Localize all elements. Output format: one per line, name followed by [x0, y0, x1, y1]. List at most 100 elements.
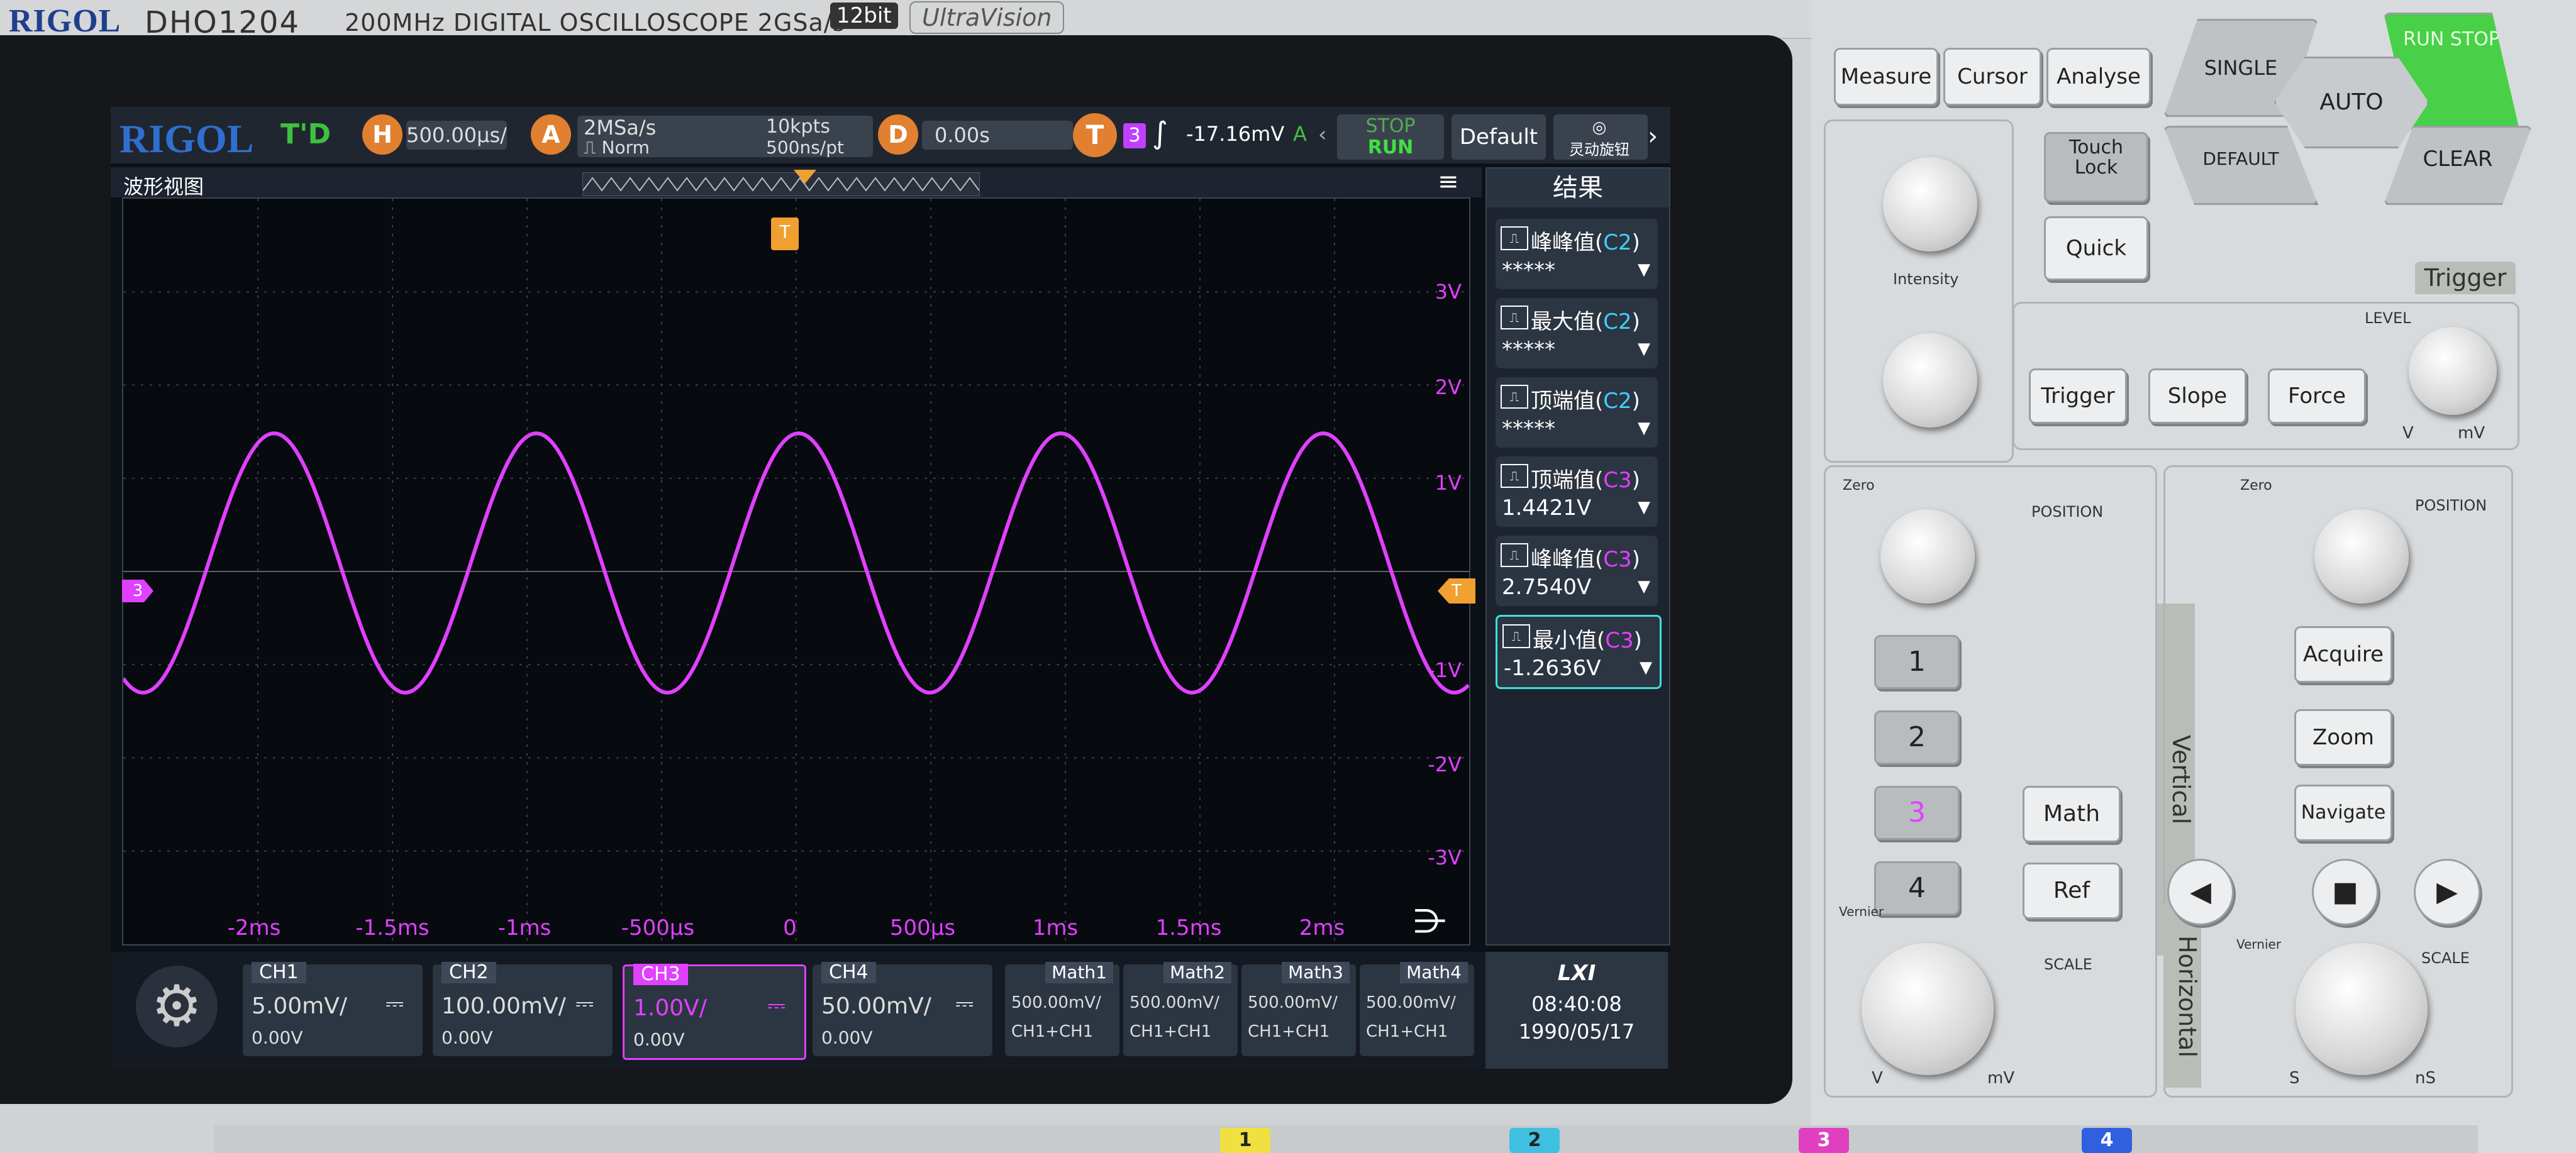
- timebase-navigator[interactable]: [582, 172, 980, 196]
- trigger-v-label: V: [2402, 424, 2414, 443]
- navigator-trigger-marker: [794, 170, 816, 184]
- channel-4-key[interactable]: 4: [1874, 861, 1960, 915]
- ch1-input-tag: 1: [1220, 1128, 1270, 1153]
- x-tick-label: -2ms: [227, 915, 281, 941]
- math-tab: Math4: [1400, 962, 1468, 983]
- settings-gear-icon[interactable]: ⚙: [136, 966, 218, 1047]
- chevron-down-icon[interactable]: ▼: [1638, 260, 1650, 279]
- vertical-position-knob[interactable]: [1880, 509, 1975, 604]
- vertical-scale-knob[interactable]: [1862, 943, 1994, 1075]
- math-key[interactable]: Math: [2023, 786, 2121, 842]
- trigger-level[interactable]: -17.16mV: [1186, 122, 1284, 146]
- trigger-source[interactable]: 3: [1123, 123, 1146, 148]
- channel-2-box[interactable]: CH2 100.00mV/ ⎓ 0.00V: [433, 962, 613, 1056]
- vertical-zero-label: Zero: [1843, 478, 1875, 494]
- result-item[interactable]: ⎍ 最大值(C2) ***** ▼: [1496, 298, 1658, 368]
- acquire-badge[interactable]: A: [531, 114, 571, 155]
- auto-key[interactable]: AUTO: [2274, 57, 2429, 148]
- ch3-input-tag: 3: [1799, 1128, 1849, 1153]
- result-channel: C3: [1603, 547, 1632, 572]
- quick-key[interactable]: Quick: [2044, 216, 2148, 280]
- chevron-down-icon[interactable]: ▼: [1638, 498, 1650, 517]
- zoom-key[interactable]: Zoom: [2294, 709, 2392, 766]
- chevron-left-icon[interactable]: ‹: [1318, 122, 1327, 147]
- smart-knob-button[interactable]: ◎ 灵动旋钮: [1558, 114, 1640, 160]
- chevron-right-icon[interactable]: ›: [1648, 122, 1658, 151]
- chevron-down-icon[interactable]: ▼: [1638, 339, 1650, 358]
- y-tick-label: -2V: [1428, 753, 1462, 776]
- trigger-badge[interactable]: T: [1073, 113, 1117, 157]
- channel-1-key[interactable]: 1: [1874, 635, 1960, 689]
- x-tick-label: 1.5ms: [1155, 915, 1222, 941]
- result-item[interactable]: ⎍ 峰峰值(C3) 2.7540V ▼: [1496, 536, 1658, 606]
- math-source: CH1+CH1: [1366, 1022, 1448, 1041]
- slope-key[interactable]: Slope: [2148, 368, 2246, 424]
- waveform-grid[interactable]: 3V 2V 1V -1V -2V -3V: [121, 197, 1470, 946]
- acquire-key[interactable]: Acquire: [2294, 626, 2392, 683]
- trigger-mv-label: mV: [2458, 424, 2485, 443]
- stop-run-button[interactable]: STOP RUN: [1337, 114, 1444, 160]
- math-3-box[interactable]: Math3 500.00mV/CH1+CH1: [1241, 962, 1356, 1056]
- run-label: RUN: [1367, 136, 1414, 158]
- chevron-down-icon[interactable]: ▼: [1638, 419, 1650, 438]
- trigger-level-knob[interactable]: [2409, 327, 2497, 415]
- chevron-down-icon[interactable]: ▼: [1640, 658, 1652, 677]
- multipurpose-knob-1[interactable]: [1883, 157, 1977, 251]
- play-forward-icon[interactable]: ▶: [2414, 859, 2480, 925]
- y-tick-label: 2V: [1435, 375, 1462, 399]
- clock-date: 1990/05/17: [1518, 1020, 1635, 1044]
- cursor-key[interactable]: Cursor: [1943, 48, 2041, 106]
- chevron-down-icon[interactable]: ▼: [1638, 577, 1650, 596]
- measure-icon: ⎍: [1502, 624, 1530, 648]
- math-2-box[interactable]: Math2 500.00mV/CH1+CH1: [1123, 962, 1238, 1056]
- horizontal-badge[interactable]: H: [362, 114, 402, 155]
- results-title: 结果: [1487, 168, 1669, 207]
- acquire-mode-label: Norm: [601, 137, 650, 158]
- timebase-value[interactable]: 500.00μs/: [406, 121, 507, 150]
- channel-1-box[interactable]: CH1 5.00mV/ ⎓ 0.00V: [243, 962, 423, 1056]
- math-4-box[interactable]: Math4 500.00mV/CH1+CH1: [1360, 962, 1474, 1056]
- math-source: CH1+CH1: [1130, 1022, 1212, 1041]
- analyse-key[interactable]: Analyse: [2046, 48, 2151, 106]
- oscilloscope-screen: RIGOL T'D H 500.00μs/ A 2MSa/s 10kpts ⎍ …: [111, 107, 1670, 1069]
- collapse-menu-icon[interactable]: ⋺: [1414, 903, 1446, 941]
- result-name: 最小值(C3): [1533, 628, 1642, 653]
- acquisition-info[interactable]: 2MSa/s 10kpts ⎍ Norm 500ns/pt: [577, 116, 873, 158]
- result-value: *****: [1502, 416, 1555, 441]
- menu-icon[interactable]: ≡: [1438, 167, 1459, 196]
- result-item[interactable]: ⎍ 最小值(C3) -1.2636V ▼: [1496, 615, 1662, 689]
- result-item[interactable]: ⎍ 峰峰值(C2) ***** ▼: [1496, 219, 1658, 289]
- status-bar: RIGOL T'D H 500.00μs/ A 2MSa/s 10kpts ⎍ …: [111, 107, 1670, 163]
- play-back-icon[interactable]: ◀: [2167, 859, 2234, 925]
- ultravision-logo: UltraVision: [909, 1, 1065, 34]
- trigger-key[interactable]: Trigger: [2029, 368, 2127, 424]
- ref-key[interactable]: Ref: [2023, 863, 2121, 919]
- touch-lock-key[interactable]: Touch Lock: [2044, 132, 2148, 202]
- knob-icon: ◎: [1592, 118, 1607, 137]
- default-setup-button[interactable]: Default: [1452, 114, 1546, 160]
- stop-square-icon[interactable]: ■: [2312, 859, 2379, 925]
- channel-3-key[interactable]: 3: [1874, 786, 1960, 840]
- measure-key[interactable]: Measure: [1834, 48, 1938, 106]
- delay-badge[interactable]: D: [878, 114, 918, 155]
- multipurpose-knob-2[interactable]: [1883, 333, 1977, 428]
- channel-2-key[interactable]: 2: [1874, 710, 1960, 764]
- vertical-scale-label: SCALE: [2044, 956, 2092, 973]
- horizontal-ns-label: nS: [2415, 1069, 2436, 1088]
- result-item[interactable]: ⎍ 顶端值(C2) ***** ▼: [1496, 377, 1658, 448]
- horizontal-scale-knob[interactable]: [2296, 943, 2428, 1075]
- y-tick-label: -3V: [1428, 846, 1462, 869]
- dc-coupling-icon: ⎓: [767, 993, 786, 1018]
- trigger-position-marker[interactable]: T: [771, 218, 799, 250]
- navigate-key[interactable]: Navigate: [2294, 785, 2392, 841]
- force-key[interactable]: Force: [2268, 368, 2366, 424]
- channel-4-box[interactable]: CH4 50.00mV/ ⎓ 0.00V: [813, 962, 992, 1056]
- ch2-input-tag: 2: [1509, 1128, 1560, 1153]
- trigd-indicator: T'D: [280, 118, 331, 150]
- delay-value[interactable]: 0.00s: [922, 121, 1073, 150]
- horizontal-position-knob[interactable]: [2314, 509, 2409, 604]
- screen-logo[interactable]: RIGOL: [119, 116, 253, 162]
- result-item[interactable]: ⎍ 顶端值(C3) 1.4421V ▼: [1496, 456, 1658, 527]
- channel-3-box[interactable]: CH3 1.00V/ ⎓ 0.00V: [623, 964, 806, 1060]
- math-1-box[interactable]: Math1 500.00mV/CH1+CH1: [1005, 962, 1119, 1056]
